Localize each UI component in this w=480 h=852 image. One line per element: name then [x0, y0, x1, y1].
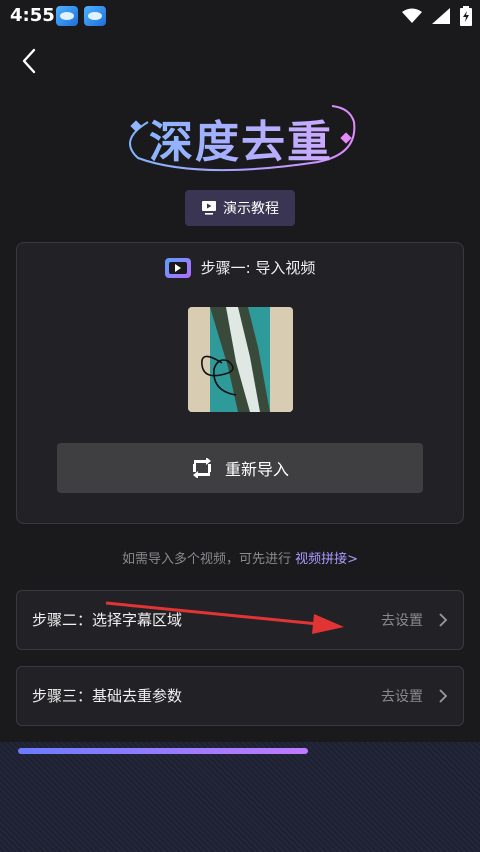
demo-tutorial-button[interactable]: 演示教程: [185, 190, 295, 226]
chevron-right-icon: [439, 613, 448, 627]
step1-title: 步骤一: 导入视频: [200, 259, 316, 277]
step2-action: 去设置: [381, 613, 423, 629]
status-time: 4:55: [10, 5, 55, 26]
chevron-left-icon: [22, 48, 36, 74]
page-title: 深度去重: [118, 106, 364, 170]
page-title-block: 深度去重: [118, 100, 364, 176]
battery-icon: [460, 6, 472, 26]
step3-label: 步骤三：基础去重参数: [32, 687, 183, 705]
bottom-action-bar[interactable]: [18, 748, 308, 754]
signal-icon: [432, 8, 450, 24]
step2-label: 步骤二：选择字幕区域: [32, 611, 183, 629]
app-notif-icon: [84, 6, 106, 26]
play-screen-icon: [202, 201, 216, 215]
video-merge-link[interactable]: 视频拼接>: [295, 552, 358, 567]
merge-hint-text: 如需导入多个视频，可先进行: [121, 552, 291, 567]
status-icons: [402, 6, 472, 26]
step3-card[interactable]: 步骤三：基础去重参数 去设置: [16, 666, 464, 726]
reimport-button[interactable]: 重新导入: [57, 443, 423, 493]
refresh-icon: [192, 458, 211, 478]
video-icon: [164, 257, 191, 278]
bottom-obscured-area: [0, 742, 480, 852]
step2-card[interactable]: 步骤二：选择字幕区域 去设置: [16, 590, 464, 650]
video-thumbnail[interactable]: [188, 307, 293, 412]
app-notif-icon: [56, 6, 78, 26]
step1-header: 步骤一: 导入视频: [17, 257, 463, 278]
chevron-right-icon: [439, 689, 448, 703]
demo-tutorial-label: 演示教程: [223, 201, 279, 217]
step1-card: 步骤一: 导入视频 重新导入: [16, 242, 464, 524]
merge-hint: 如需导入多个视频，可先进行 视频拼接>: [0, 548, 480, 567]
status-bar: 4:55: [0, 0, 480, 32]
reimport-label: 重新导入: [224, 460, 289, 479]
back-button[interactable]: [16, 44, 46, 78]
wifi-icon: [402, 8, 422, 23]
step3-action: 去设置: [381, 689, 423, 705]
